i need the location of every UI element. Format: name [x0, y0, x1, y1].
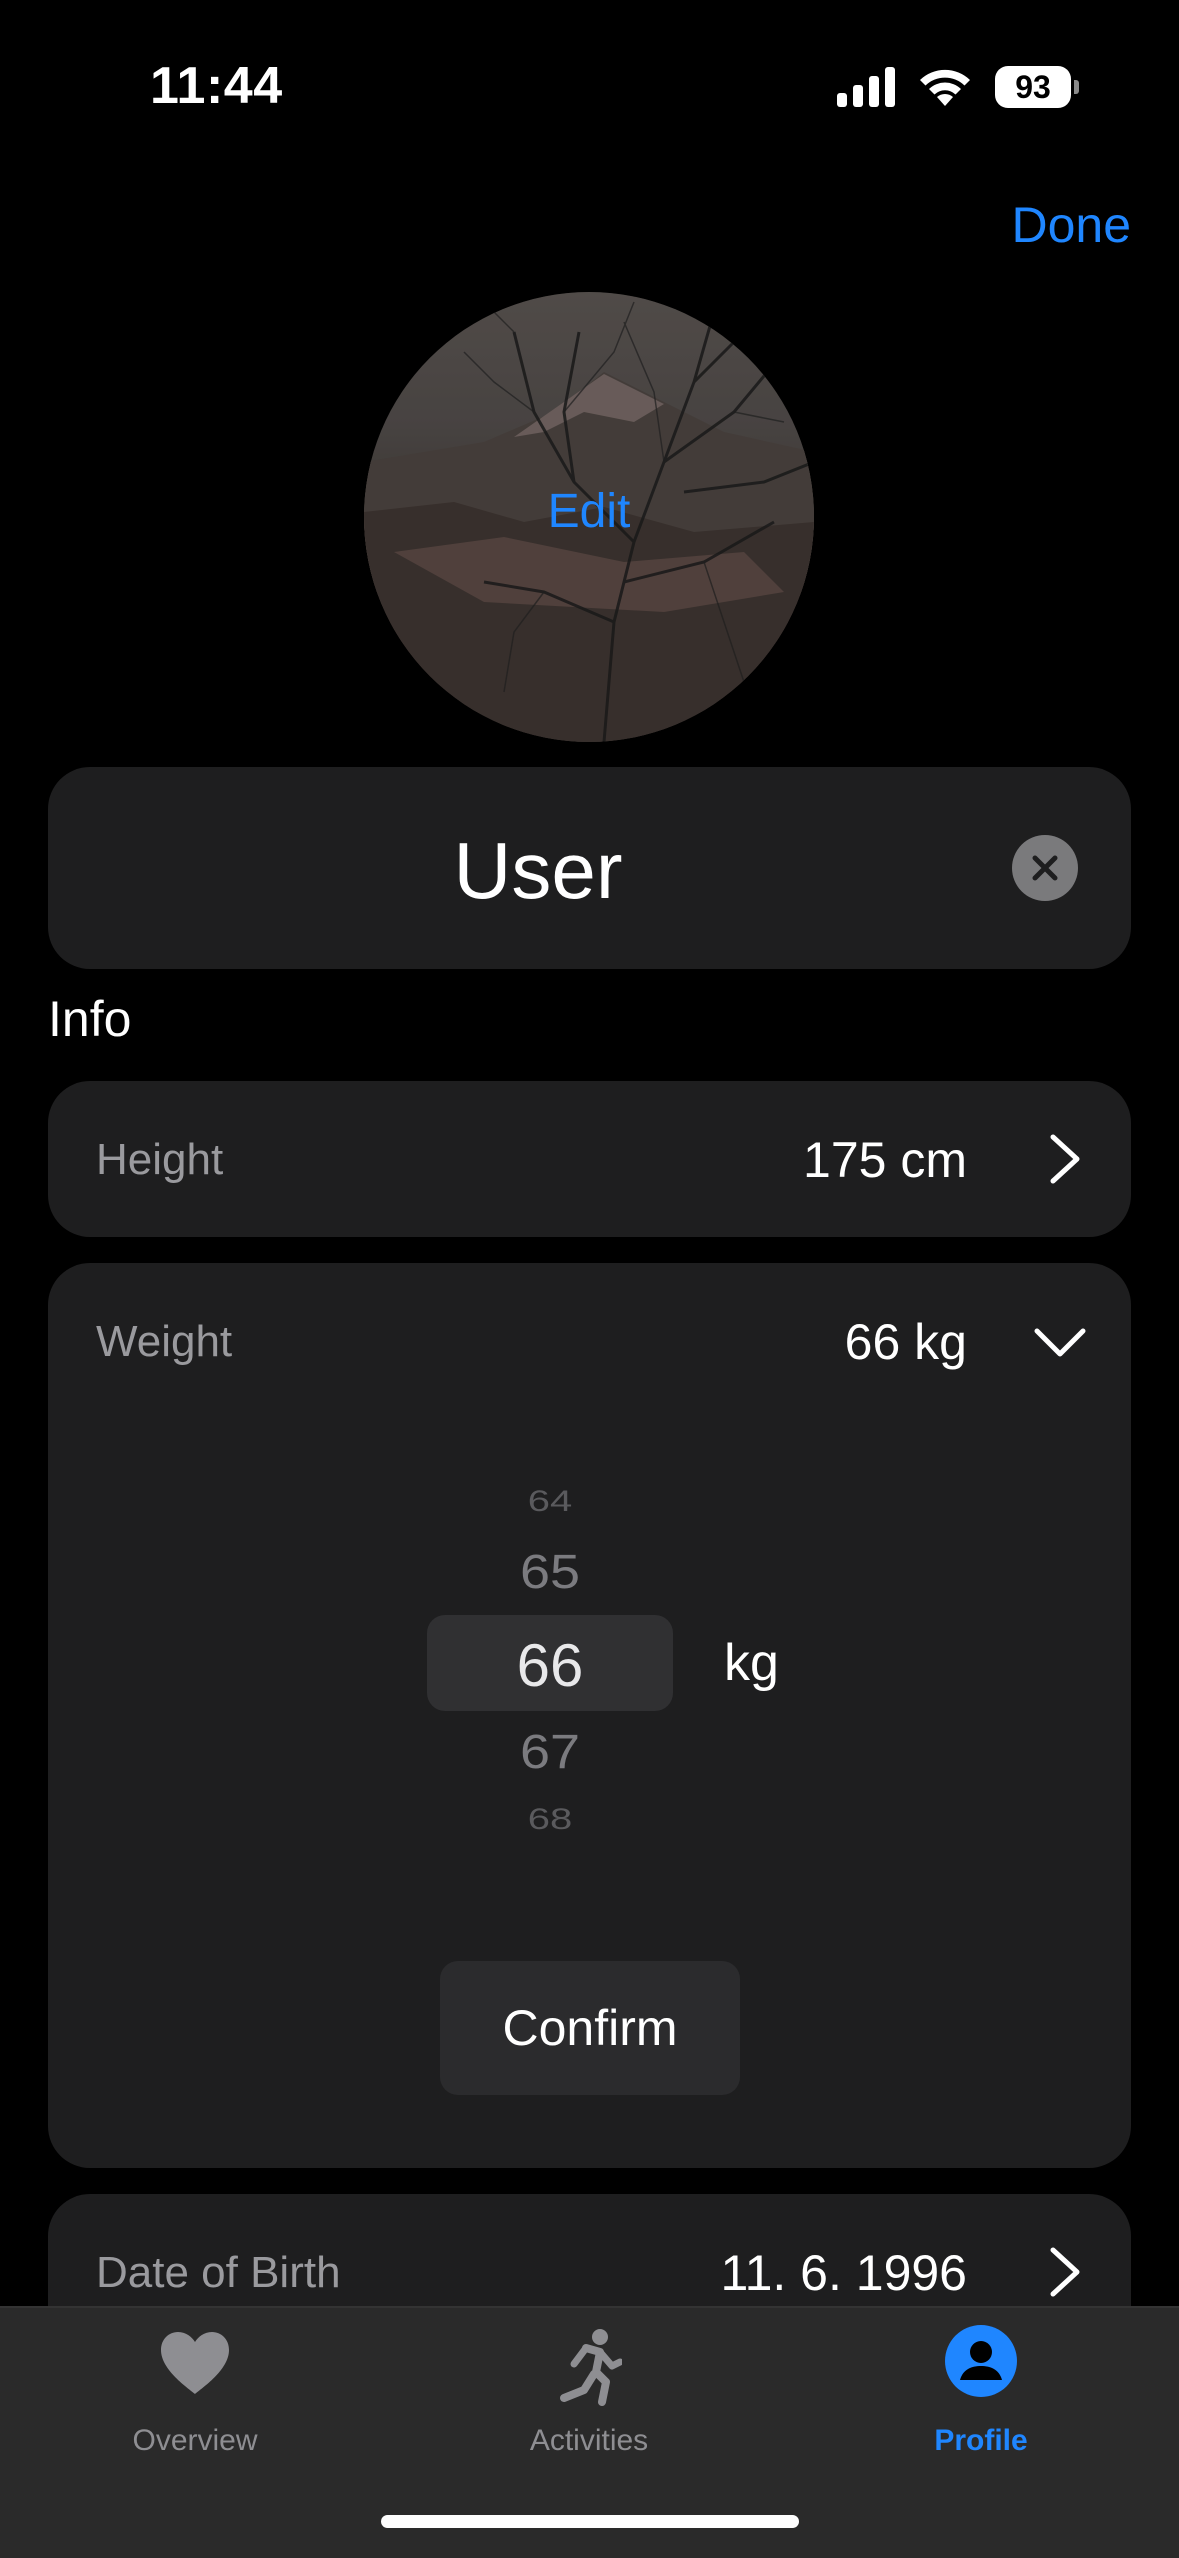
close-icon: [1032, 855, 1058, 881]
signal-icon: [837, 67, 895, 107]
name-field[interactable]: User: [48, 767, 1131, 969]
date-of-birth-label: Date of Birth: [96, 2248, 341, 2297]
battery-percent: 93: [995, 66, 1071, 108]
weight-row: Weight 66 kg 64 65 66 67 68 kg Confirm: [48, 1263, 1131, 2168]
weight-label[interactable]: Weight: [96, 1317, 232, 1367]
status-time: 11:44: [150, 57, 283, 115]
home-indicator[interactable]: [381, 2515, 799, 2528]
avatar-edit-label[interactable]: Edit: [364, 484, 814, 539]
heart-icon: [161, 2332, 229, 2394]
height-row[interactable]: Height 175 cm: [48, 1081, 1131, 1237]
avatar[interactable]: Edit: [364, 292, 814, 742]
status-icons: 93: [837, 64, 1079, 110]
tab-profile[interactable]: Profile: [851, 2308, 1111, 2458]
picker-unit-label: kg: [724, 1634, 779, 1692]
tab-overview-label: Overview: [132, 2424, 258, 2457]
tab-profile-label: Profile: [934, 2424, 1028, 2457]
tab-activities-label: Activities: [529, 2424, 649, 2457]
done-button[interactable]: Done: [1011, 196, 1131, 254]
confirm-button[interactable]: Confirm: [440, 1961, 740, 2095]
tab-overview[interactable]: Overview: [65, 2308, 325, 2458]
clear-name-button[interactable]: [1012, 835, 1078, 901]
name-input-value[interactable]: User: [48, 825, 1028, 917]
height-label: Height: [96, 1135, 224, 1184]
height-value: 175 cm: [803, 1132, 967, 1188]
chevron-down-icon[interactable]: [1033, 1325, 1087, 1359]
weight-value[interactable]: 66 kg: [845, 1313, 967, 1371]
chevron-right-icon: [1050, 1134, 1080, 1184]
date-of-birth-value: 11. 6. 1996: [720, 2245, 967, 2301]
info-section-title: Info: [48, 991, 132, 1047]
wifi-icon: [920, 69, 970, 106]
battery-icon: 93: [995, 66, 1079, 108]
picker-option[interactable]: 68: [427, 1803, 673, 1837]
tab-bar: Overview Activities Profile: [0, 2306, 1179, 2558]
person-circle-icon: [945, 2325, 1017, 2397]
picker-option[interactable]: 67: [427, 1724, 673, 1780]
runner-icon: [560, 2329, 622, 2406]
picker-option[interactable]: 65: [427, 1544, 673, 1600]
picker-selected-value[interactable]: 66: [427, 1631, 673, 1700]
tab-activities[interactable]: Activities: [459, 2308, 719, 2458]
chevron-right-icon: [1050, 2247, 1080, 2297]
picker-option[interactable]: 64: [427, 1485, 673, 1519]
